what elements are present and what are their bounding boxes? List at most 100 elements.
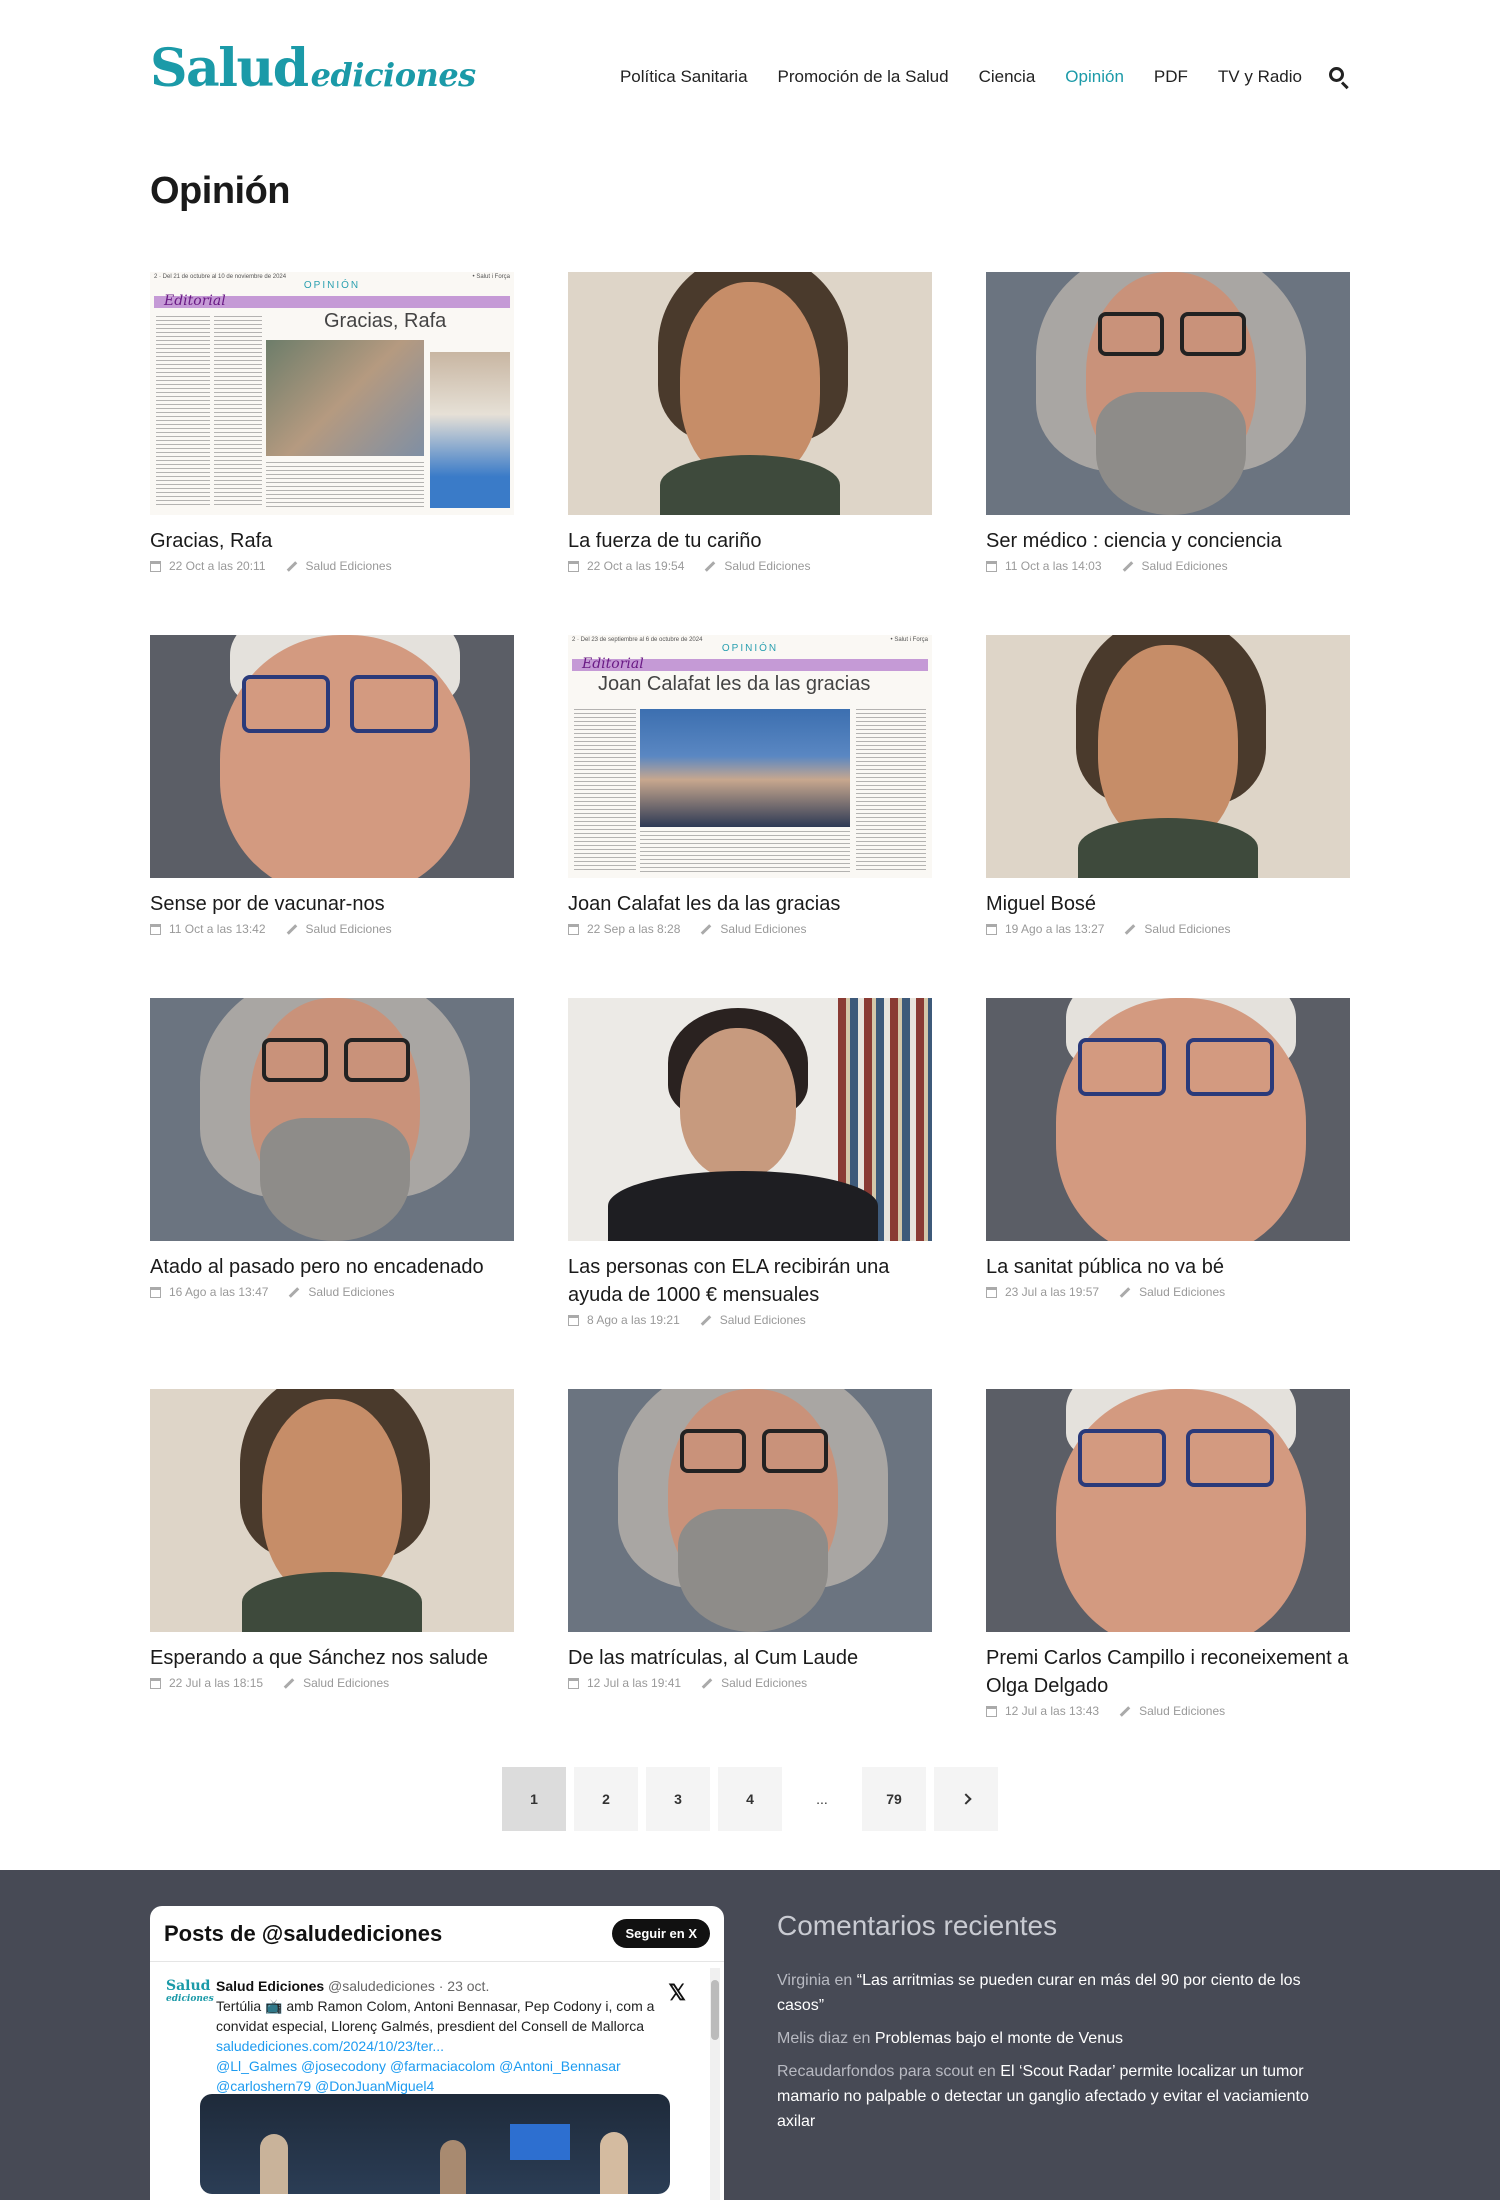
article-thumbnail[interactable] (986, 1389, 1350, 1632)
article-meta: 8 Ago a las 19:21 Salud Ediciones (568, 1313, 932, 1327)
pencil-icon (705, 560, 716, 572)
article-thumbnail[interactable] (568, 1389, 932, 1632)
article-author[interactable]: Salud Ediciones (724, 559, 810, 573)
calendar-icon (986, 560, 997, 572)
pencil-icon (701, 923, 712, 935)
article-date: 23 Jul a las 19:57 (1005, 1285, 1100, 1299)
nav-politica-sanitaria[interactable]: Política Sanitaria (620, 67, 748, 87)
article-title[interactable]: Gracias, Rafa (150, 527, 514, 555)
site-header: Salud ediciones Política Sanitaria Promo… (150, 38, 1350, 118)
article-title[interactable]: Esperando a que Sánchez nos salude (150, 1644, 514, 1672)
article-title[interactable]: De las matrículas, al Cum Laude (568, 1644, 932, 1672)
article-author[interactable]: Salud Ediciones (308, 1285, 394, 1299)
article-thumbnail[interactable] (150, 635, 514, 878)
pencil-icon (283, 1677, 295, 1689)
article-thumbnail[interactable]: 2 · Del 21 de octubre al 10 de noviembre… (150, 272, 514, 515)
pencil-icon (286, 923, 297, 935)
paper-headline: Gracias, Rafa (324, 310, 447, 332)
article-thumbnail[interactable] (986, 998, 1350, 1241)
article-date: 11 Oct a las 14:03 (1005, 559, 1102, 573)
page-4-button[interactable]: 4 (718, 1767, 782, 1831)
tweet-mentions[interactable]: @Ll_Galmes @josecodony @farmaciacolom @A… (216, 2056, 676, 2096)
page-last-button[interactable]: 79 (862, 1767, 926, 1831)
comment-connector: en (852, 2030, 871, 2047)
article-thumbnail[interactable] (150, 998, 514, 1241)
pencil-icon (1119, 1286, 1131, 1298)
article-title[interactable]: Las personas con ELA recibirán una ayuda… (568, 1253, 932, 1309)
article-author[interactable]: Salud Ediciones (1139, 1704, 1225, 1718)
comment-post-link[interactable]: Problemas bajo el monte de Venus (875, 2030, 1123, 2047)
nav-pdf[interactable]: PDF (1154, 67, 1188, 87)
page-3-button[interactable]: 3 (646, 1767, 710, 1831)
tweet-link[interactable]: saludediciones.com/2024/10/23/ter... (216, 2036, 676, 2056)
site-logo[interactable]: Salud ediciones (150, 38, 476, 99)
paper-tag: Editorial (582, 656, 644, 672)
article-title[interactable]: La sanitat pública no va bé (986, 1253, 1350, 1281)
article-card: 2 · Del 21 de octubre al 10 de noviembre… (150, 272, 514, 573)
article-author[interactable]: Salud Ediciones (306, 559, 392, 573)
nav-opinion[interactable]: Opinión (1065, 67, 1124, 87)
article-thumbnail[interactable] (568, 998, 932, 1241)
recent-comments: Comentarios recientes Virginia en “Las a… (777, 1910, 1350, 2142)
widget-scrollbar[interactable] (710, 1968, 720, 2200)
article-card: La sanitat pública no va bé 23 Jul a las… (986, 998, 1350, 1299)
article-title[interactable]: Joan Calafat les da las gracias (568, 890, 932, 918)
calendar-icon (986, 1705, 997, 1717)
comment-author: Melis diaz (777, 2030, 849, 2047)
article-title[interactable]: La fuerza de tu cariño (568, 527, 932, 555)
article-meta: 23 Jul a las 19:57 Salud Ediciones (986, 1285, 1350, 1299)
pencil-icon (700, 1314, 712, 1326)
nav-promocion-salud[interactable]: Promoción de la Salud (778, 67, 949, 87)
article-author[interactable]: Salud Ediciones (720, 922, 806, 936)
article-title[interactable]: Ser médico : ciencia y conciencia (986, 527, 1350, 555)
article-thumbnail[interactable] (986, 272, 1350, 515)
calendar-icon (150, 923, 161, 935)
page-1-button[interactable]: 1 (502, 1767, 566, 1831)
nav-ciencia[interactable]: Ciencia (979, 67, 1036, 87)
calendar-icon (150, 1286, 161, 1298)
article-card: Esperando a que Sánchez nos salude 22 Ju… (150, 1389, 514, 1690)
article-meta: 19 Ago a las 13:27 Salud Ediciones (986, 922, 1350, 936)
article-thumbnail[interactable] (986, 635, 1350, 878)
article-title[interactable]: Premi Carlos Campillo i reconeixement a … (986, 1644, 1350, 1700)
page-2-button[interactable]: 2 (574, 1767, 638, 1831)
calendar-icon (568, 1314, 579, 1326)
nav-tv-radio[interactable]: TV y Radio (1218, 67, 1302, 87)
article-author[interactable]: Salud Ediciones (303, 1676, 389, 1690)
article-thumbnail[interactable] (568, 272, 932, 515)
article-date: 12 Jul a las 19:41 (587, 1676, 682, 1690)
x-logo-icon[interactable]: 𝕏 (668, 1980, 686, 2006)
article-title[interactable]: Sense por de vacunar-nos (150, 890, 514, 918)
next-page-button[interactable] (934, 1767, 998, 1831)
article-meta: 22 Oct a las 19:54 Salud Ediciones (568, 559, 932, 573)
paper-section: OPINIÓN (721, 643, 779, 654)
pencil-icon (1119, 1705, 1131, 1717)
article-title[interactable]: Atado al pasado pero no encadenado (150, 1253, 514, 1281)
main-nav: Política Sanitaria Promoción de la Salud… (590, 66, 1350, 90)
comment-post-link[interactable]: “Las arritmias se pueden curar en más de… (777, 1972, 1301, 2014)
search-icon[interactable] (1328, 66, 1350, 90)
article-thumbnail[interactable] (150, 1389, 514, 1632)
chevron-right-icon (960, 1793, 972, 1805)
article-author[interactable]: Salud Ediciones (1144, 922, 1230, 936)
calendar-icon (568, 1677, 579, 1689)
article-thumbnail[interactable]: 2 · Del 23 de septiembre al 6 de octubre… (568, 635, 932, 878)
avatar[interactable]: Salud ediciones (166, 1979, 214, 2020)
article-author[interactable]: Salud Ediciones (306, 922, 392, 936)
tweet-author-name[interactable]: Salud Ediciones (216, 1978, 324, 1994)
article-title[interactable]: Miguel Bosé (986, 890, 1350, 918)
pagination: 1 2 3 4 ... 79 (502, 1767, 1006, 1831)
article-author[interactable]: Salud Ediciones (721, 1676, 807, 1690)
follow-on-x-button[interactable]: Seguir en X (612, 1919, 710, 1948)
calendar-icon (568, 923, 579, 935)
pencil-icon (289, 1286, 300, 1298)
article-author[interactable]: Salud Ediciones (1142, 559, 1228, 573)
article-card: Miguel Bosé 19 Ago a las 13:27 Salud Edi… (986, 635, 1350, 936)
article-author[interactable]: Salud Ediciones (1139, 1285, 1225, 1299)
page-title: Opinión (150, 170, 291, 212)
article-author[interactable]: Salud Ediciones (720, 1313, 806, 1327)
article-meta: 11 Oct a las 14:03 Salud Ediciones (986, 559, 1350, 573)
calendar-icon (568, 560, 579, 572)
article-date: 22 Sep a las 8:28 (587, 922, 681, 936)
tweet-media-image[interactable] (200, 2094, 670, 2194)
